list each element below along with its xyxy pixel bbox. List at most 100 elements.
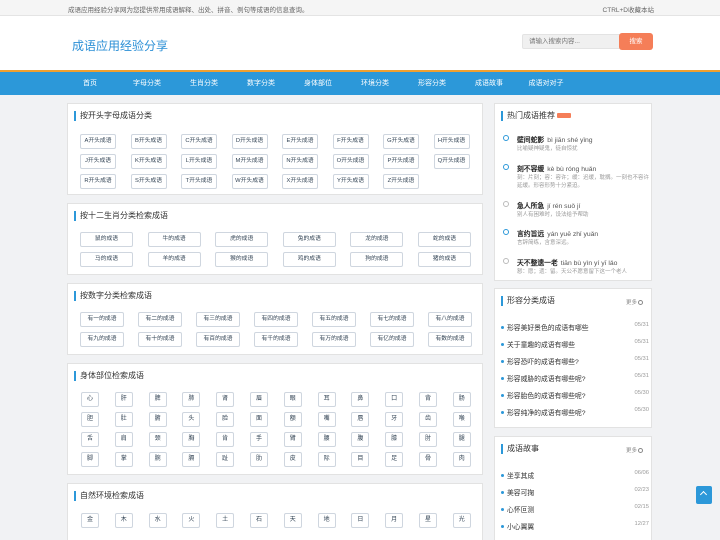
hot-idiom-item[interactable]: 天不整遗一老 tiān bù yìn yí yī lǎo 憖：愿；遗：留。天公不愿意… bbox=[503, 257, 643, 283]
nav-item[interactable]: 环境分类 bbox=[347, 72, 403, 95]
letter-category-link[interactable]: D开头成语 bbox=[231, 134, 268, 149]
body-part-link[interactable]: 目 bbox=[351, 452, 370, 467]
body-part-link[interactable]: 耳 bbox=[317, 392, 336, 407]
body-part-link[interactable]: 肩 bbox=[114, 432, 133, 447]
number-category-link[interactable]: 有万的成语 bbox=[312, 332, 356, 347]
body-part-link[interactable]: 骨 bbox=[419, 452, 437, 467]
nav-item[interactable]: 首页 bbox=[62, 72, 118, 95]
body-part-link[interactable]: 肠 bbox=[452, 392, 471, 407]
body-part-link[interactable]: 肋 bbox=[250, 452, 268, 467]
hot-idiom-item[interactable]: 急人所急 jí rén suǒ jí 别人有困难时，设法给予帮助 bbox=[503, 200, 643, 226]
number-category-link[interactable]: 有五的成语 bbox=[312, 312, 356, 327]
nav-item[interactable]: 成语对对子 bbox=[518, 72, 574, 95]
list-item[interactable]: 形容胎色的成语有哪些呢? 05/30 bbox=[501, 390, 649, 402]
letter-category-link[interactable]: K开头成语 bbox=[130, 154, 167, 169]
zodiac-category-link[interactable]: 鼠的成语 bbox=[80, 232, 133, 247]
back-to-top-button[interactable] bbox=[696, 486, 712, 504]
body-part-link[interactable]: 腿 bbox=[452, 432, 471, 447]
body-part-link[interactable]: 际 bbox=[317, 452, 336, 467]
body-part-link[interactable]: 足 bbox=[385, 452, 404, 467]
zodiac-category-link[interactable]: 马的成语 bbox=[80, 252, 133, 267]
body-part-link[interactable]: 趾 bbox=[216, 452, 235, 467]
nature-element-link[interactable]: 星 bbox=[419, 513, 437, 528]
body-part-link[interactable]: 皮 bbox=[283, 452, 302, 467]
list-item[interactable]: 形容恐吓的成语有哪些? 05/31 bbox=[501, 356, 649, 368]
list-item[interactable]: 关于童趣的成语有哪些 05/31 bbox=[501, 339, 649, 351]
letter-category-link[interactable]: X开头成语 bbox=[282, 174, 318, 189]
letter-category-link[interactable]: W开头成语 bbox=[231, 174, 268, 189]
body-part-link[interactable]: 肚 bbox=[114, 412, 133, 427]
body-part-link[interactable]: 喉 bbox=[452, 412, 471, 427]
letter-category-link[interactable]: G开头成语 bbox=[383, 134, 419, 149]
number-category-link[interactable]: 有三的成语 bbox=[196, 312, 240, 327]
body-part-link[interactable]: 腰 bbox=[317, 432, 336, 447]
number-category-link[interactable]: 有七的成语 bbox=[370, 312, 414, 327]
body-part-link[interactable]: 脚 bbox=[81, 452, 99, 467]
body-part-link[interactable]: 口 bbox=[385, 392, 404, 407]
number-category-link[interactable]: 有四的成语 bbox=[254, 312, 298, 327]
zodiac-category-link[interactable]: 牛的成语 bbox=[147, 232, 201, 247]
number-category-link[interactable]: 有十的成语 bbox=[138, 332, 182, 347]
number-category-link[interactable]: 有亿的成语 bbox=[370, 332, 414, 347]
body-part-link[interactable]: 齿 bbox=[419, 412, 437, 427]
body-part-link[interactable]: 唇 bbox=[351, 412, 370, 427]
body-part-link[interactable]: 肉 bbox=[452, 452, 471, 467]
search-input[interactable] bbox=[522, 34, 622, 49]
letter-category-link[interactable]: T开头成语 bbox=[181, 174, 217, 189]
body-part-link[interactable]: 鼻 bbox=[351, 392, 370, 407]
letter-category-link[interactable]: A开头成语 bbox=[80, 134, 116, 149]
body-part-link[interactable]: 肝 bbox=[114, 392, 133, 407]
nav-item[interactable]: 成语故事 bbox=[461, 72, 517, 95]
letter-category-link[interactable]: Z开头成语 bbox=[383, 174, 419, 189]
list-item[interactable]: 美容可掬 02/23 bbox=[501, 487, 649, 499]
letter-category-link[interactable]: F开头成语 bbox=[332, 134, 369, 149]
body-part-link[interactable]: 臂 bbox=[283, 432, 302, 447]
more-link[interactable]: 更多 bbox=[626, 446, 643, 454]
body-part-link[interactable]: 肺 bbox=[182, 392, 201, 407]
letter-category-link[interactable]: E开头成语 bbox=[282, 134, 318, 149]
zodiac-category-link[interactable]: 羊的成语 bbox=[147, 252, 201, 267]
body-part-link[interactable]: 腹 bbox=[351, 432, 370, 447]
number-category-link[interactable]: 有一的成语 bbox=[80, 312, 124, 327]
number-category-link[interactable]: 有百的成语 bbox=[196, 332, 240, 347]
zodiac-category-link[interactable]: 虎的成语 bbox=[215, 232, 269, 247]
letter-category-link[interactable]: S开头成语 bbox=[130, 174, 167, 189]
body-part-link[interactable]: 腕 bbox=[148, 452, 167, 467]
body-part-link[interactable]: 面 bbox=[250, 412, 268, 427]
body-part-link[interactable]: 背 bbox=[419, 392, 437, 407]
letter-category-link[interactable]: Q开头成语 bbox=[433, 154, 470, 169]
body-part-link[interactable]: 肘 bbox=[419, 432, 437, 447]
body-part-link[interactable]: 舌 bbox=[81, 432, 99, 447]
body-part-link[interactable]: 膝 bbox=[385, 432, 404, 447]
body-part-link[interactable]: 腑 bbox=[148, 412, 167, 427]
number-category-link[interactable]: 有数的成语 bbox=[428, 332, 472, 347]
search-button[interactable]: 搜索 bbox=[619, 33, 653, 50]
body-part-link[interactable]: 眼 bbox=[283, 392, 302, 407]
body-part-link[interactable]: 脾 bbox=[148, 392, 167, 407]
body-part-link[interactable]: 脸 bbox=[216, 412, 235, 427]
letter-category-link[interactable]: M开头成语 bbox=[231, 154, 268, 169]
nav-item[interactable]: 数字分类 bbox=[233, 72, 289, 95]
body-part-link[interactable]: 牙 bbox=[385, 412, 404, 427]
nav-item[interactable]: 字母分类 bbox=[119, 72, 175, 95]
favorite-hint[interactable]: CTRL+D收藏本站 bbox=[603, 4, 654, 14]
number-category-link[interactable]: 有二的成语 bbox=[138, 312, 182, 327]
zodiac-category-link[interactable]: 猴的成语 bbox=[215, 252, 269, 267]
hot-idiom-item[interactable]: 刻不容缓 kè bù róng huǎn 刻：片刻；容：容许；缓：迟缓，耽搁。一刻也… bbox=[503, 163, 649, 189]
hot-idiom-item[interactable]: 言约旨远 yán yuē zhǐ yuǎn 言辞简练，含意深远。 bbox=[503, 228, 643, 254]
nature-element-link[interactable]: 月 bbox=[385, 513, 404, 528]
zodiac-category-link[interactable]: 狗的成语 bbox=[350, 252, 404, 267]
list-item[interactable]: 形容纯净的成语有哪些呢? 05/30 bbox=[501, 407, 649, 419]
nav-item[interactable]: 生肖分类 bbox=[176, 72, 232, 95]
site-logo[interactable]: 成语应用经验分享 bbox=[72, 37, 168, 54]
zodiac-category-link[interactable]: 龙的成语 bbox=[350, 232, 404, 247]
nature-element-link[interactable]: 地 bbox=[317, 513, 336, 528]
body-part-link[interactable]: 颈 bbox=[148, 432, 167, 447]
nature-element-link[interactable]: 土 bbox=[216, 513, 235, 528]
body-part-link[interactable]: 肾 bbox=[216, 392, 235, 407]
body-part-link[interactable]: 手 bbox=[250, 432, 268, 447]
more-link[interactable]: 更多 bbox=[626, 298, 643, 306]
nature-element-link[interactable]: 水 bbox=[148, 513, 167, 528]
letter-category-link[interactable]: J开头成语 bbox=[80, 154, 116, 169]
body-part-link[interactable]: 膈 bbox=[182, 452, 201, 467]
